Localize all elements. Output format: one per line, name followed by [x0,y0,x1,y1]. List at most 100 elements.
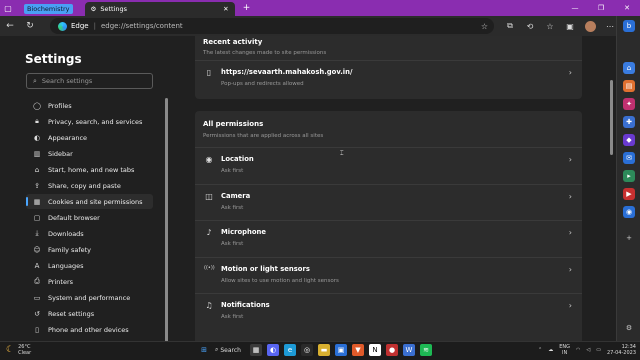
search-icon: ⌕ [33,76,37,85]
shopping-icon[interactable]: ▤ [623,80,635,92]
permission-row[interactable]: ((•)) Motion or light sensors Allow sites … [195,256,582,293]
clock[interactable]: 12:34 27-04-2023 [607,344,636,356]
sidebar-item[interactable]: ↺ Reset settings [26,306,153,321]
workspace-chip[interactable]: Biochemistry [16,2,79,16]
sidebar-item[interactable]: ⌂ Start, home, and new tabs [26,162,153,177]
appearance-icon: ◐ [33,133,41,142]
sidebar-item[interactable]: ◐ Appearance [26,130,153,145]
sidebar-scrollbar[interactable] [165,98,168,348]
address-bar[interactable]: Edge | edge://settings/content ☆ [50,18,494,34]
brave-icon[interactable]: ▼ [352,344,364,356]
permission-status: Allow sites to use motion and light sens… [221,277,339,284]
weather-widget[interactable]: ☾ 26°C Clear [6,344,31,356]
edge-taskbar-icon[interactable]: e [284,344,296,356]
new-tab-button[interactable]: + [239,3,255,13]
office-icon[interactable]: ◆ [623,134,635,146]
chevron-right-icon: › [568,155,572,164]
close-tab-icon[interactable]: ✕ [223,5,228,13]
permission-label: Location [221,155,254,163]
store-icon[interactable]: ▣ [335,344,347,356]
sidebar-item[interactable]: ▢ Default browser [26,210,153,225]
battery-icon[interactable]: ▭ [596,347,601,353]
location-icon: ◉ [205,155,213,164]
phone-icon: ▯ [35,325,39,334]
sidebar-item[interactable]: A Languages [26,258,153,273]
title-bar: ▢ Biochemistry ⚙ Settings ✕ + — ❐ ✕ [0,0,640,16]
translator-icon[interactable]: ◉ [623,206,635,218]
extensions-icon[interactable]: ⧉ [500,16,520,36]
sidebar-item[interactable]: ▯ Phone and other devices [26,322,153,337]
favorite-icon[interactable]: ☆ [481,22,488,31]
bing-icon[interactable]: b [623,20,635,32]
workspace-icon[interactable]: ▢ [0,0,16,16]
sidebar-item[interactable]: ⇪ Share, copy and paste [26,178,153,193]
collections-icon[interactable]: ▣ [560,16,580,36]
close-window-button[interactable]: ✕ [614,0,640,16]
permission-status: Ask first [221,204,244,211]
recent-activity-subtitle: The latest changes made to site permissi… [203,50,327,56]
start-icon[interactable]: ⊞ [198,344,210,356]
recent-site-url: https://sevaarth.mahakosh.gov.in/ [221,68,353,76]
sidebar-settings-icon[interactable]: ⚙ [623,322,635,334]
tab-settings[interactable]: ⚙ Settings ✕ [84,2,235,16]
cloud-icon[interactable]: ☁ [548,347,553,353]
gear-icon: ⚙ [90,5,97,13]
word-icon[interactable]: W [403,344,415,356]
youtube-icon[interactable]: ▶ [623,188,635,200]
sidebar-item[interactable]: ▥ Sidebar [26,146,153,161]
outlook-icon[interactable]: ✉ [623,152,635,164]
scrollbar-thumb[interactable] [610,80,613,155]
sidebar-item[interactable]: ▦ Cookies and site permissions [26,194,153,209]
back-button[interactable]: ← [0,16,20,36]
tag-icon[interactable]: ⌂ [623,62,635,74]
wifi-icon[interactable]: ◠ [576,347,580,353]
games-icon[interactable]: ✦ [623,98,635,110]
file-explorer-icon[interactable]: ▬ [318,344,330,356]
sensor-icon: ((•)) [204,264,215,271]
permission-row[interactable]: ◉ Location Ask first › [195,147,582,183]
favorites-icon[interactable]: ☆ [540,16,560,36]
sidebar-item[interactable]: ◯ Profiles [26,98,153,113]
camera-icon: ◫ [205,191,213,201]
permission-row[interactable]: ◫ Camera Ask first › [195,183,582,220]
sidebar-item[interactable]: ▭ System and performance [26,290,153,305]
lock-icon: 🔒︎ [35,117,39,125]
refresh-icon[interactable]: ⟲ [520,16,540,36]
refresh-button[interactable]: ↻ [20,16,40,36]
minimize-button[interactable]: — [562,0,588,16]
tab-left: ⚙ Settings [91,5,128,13]
drop-icon[interactable]: ▸ [623,170,635,182]
spotify-icon[interactable]: ≋ [420,344,432,356]
chevron-up-icon[interactable]: ⌃ [538,347,542,353]
clock-date: 27-04-2023 [606,350,636,356]
mouse-cursor-icon: ⌶ [340,150,344,157]
microphone-icon: ♪ [206,228,212,237]
permission-row[interactable]: ♪ Microphone Ask first › [195,220,582,256]
permission-status: Ask first [221,241,244,247]
sidebar-item[interactable]: ☺ Family safety [26,242,153,257]
reset-icon: ↺ [34,309,40,318]
search-input[interactable]: ⌕ Search settings [26,73,153,89]
add-sidebar-icon[interactable]: + [623,232,635,244]
taskbar-search[interactable]: ⌕ Search [215,344,245,356]
permission-row[interactable]: ♫ Notifications Ask first › [195,293,582,329]
chevron-right-icon: › [568,68,572,77]
notion-icon[interactable]: N [369,344,381,356]
language-indicator[interactable]: ENG IN [559,344,570,356]
discord-icon[interactable]: ◐ [267,344,279,356]
tools-icon[interactable]: ✚ [623,116,635,128]
browser-icon: ▢ [33,213,41,222]
chrome-icon[interactable]: ◎ [301,344,313,356]
profile-avatar[interactable] [580,16,600,36]
search-placeholder: Search settings [41,77,93,85]
task-view-icon[interactable]: ▦ [250,344,262,356]
recent-site-row[interactable]: ▯ https://sevaarth.mahakosh.gov.in/ Pop-… [195,60,582,96]
sidebar-item[interactable]: ⎙ Printers [26,274,153,289]
volume-icon[interactable]: ◁ [586,347,590,353]
sidebar-item[interactable]: 🔒︎ Privacy, search, and services [26,114,153,129]
media-icon[interactable]: ● [386,344,398,356]
sidebar-item[interactable]: ⤓ Downloads [26,226,153,241]
main-scrollbar[interactable] [608,36,616,341]
chevron-right-icon: › [568,301,572,310]
maximize-button[interactable]: ❐ [588,0,614,16]
